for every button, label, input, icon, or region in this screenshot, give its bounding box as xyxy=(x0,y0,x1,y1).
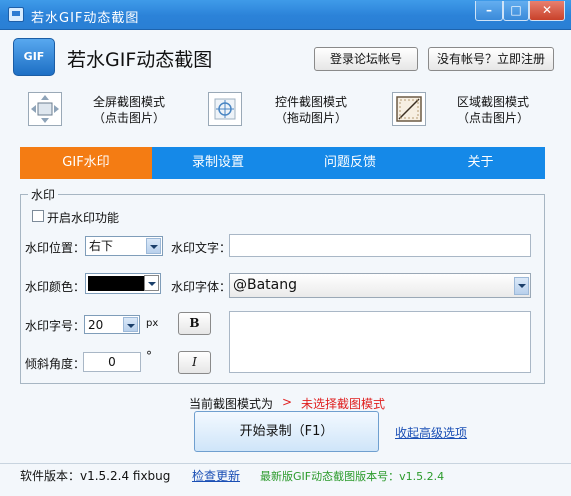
start-recording-button[interactable]: 开始录制（F1） xyxy=(194,411,379,452)
watermark-text-input[interactable] xyxy=(229,234,531,257)
mode-hint: （点击图片） xyxy=(92,111,165,125)
minimize-button[interactable]: – xyxy=(475,1,503,21)
region-mode-label[interactable]: 区域截图模式 （点击图片） xyxy=(438,94,548,126)
tab-about[interactable]: 关于 xyxy=(416,147,545,179)
close-button[interactable]: ✕ xyxy=(529,1,565,21)
status-arrow: > xyxy=(282,395,293,409)
size-select[interactable]: 20 xyxy=(84,315,140,334)
font-label: 水印字体： xyxy=(171,280,232,294)
enable-watermark-checkbox[interactable] xyxy=(32,210,44,222)
chevron-down-icon[interactable] xyxy=(514,277,529,295)
tab-feedback[interactable]: 问题反馈 xyxy=(284,147,416,179)
angle-input[interactable]: 0 xyxy=(83,352,141,372)
capture-modes: 全屏截图模式 （点击图片） 控件截图模式 （拖动图片） 区域截图模式 （点击图片… xyxy=(14,84,546,132)
color-select[interactable] xyxy=(85,273,161,294)
italic-button[interactable]: I xyxy=(178,351,211,374)
fullscreen-mode-icon[interactable] xyxy=(28,92,62,126)
version-text: 软件版本：v1.5.2.4 fixbug xyxy=(20,469,171,483)
angle-unit: ° xyxy=(146,349,152,363)
size-label: 水印字号： xyxy=(25,319,86,333)
title-bar: 若水GIF动态截图 – □ ✕ xyxy=(0,0,571,30)
chevron-down-icon[interactable] xyxy=(123,317,138,332)
mode-title: 全屏截图模式 xyxy=(92,95,165,109)
chevron-down-icon[interactable] xyxy=(146,238,161,254)
fullscreen-mode-label[interactable]: 全屏截图模式 （点击图片） xyxy=(74,94,184,126)
region-mode-icon[interactable] xyxy=(392,92,426,126)
mode-title: 区域截图模式 xyxy=(456,95,529,109)
mode-hint: （拖动图片） xyxy=(274,111,347,125)
position-value: 右下 xyxy=(89,239,114,253)
current-mode-value: 未选择截图模式 xyxy=(301,397,386,411)
login-forum-button[interactable]: 登录论坛帐号 xyxy=(314,47,418,71)
size-unit: px xyxy=(146,318,159,329)
window-title: 若水GIF动态截图 xyxy=(31,11,140,26)
angle-label: 倾斜角度： xyxy=(25,357,86,371)
tab-bar: GIF水印 录制设置 问题反馈 关于 xyxy=(20,147,545,179)
chevron-down-icon[interactable] xyxy=(144,275,159,291)
font-value: @Batang xyxy=(233,277,298,293)
maximize-button[interactable]: □ xyxy=(503,1,529,21)
position-select[interactable]: 右下 xyxy=(85,236,163,256)
text-label: 水印文字： xyxy=(171,241,232,255)
tab-recording-settings[interactable]: 录制设置 xyxy=(152,147,284,179)
bold-button[interactable]: B xyxy=(178,312,211,335)
color-label: 水印颜色： xyxy=(25,280,86,294)
gif-logo-icon: GIF xyxy=(13,38,55,76)
crosshair-mode-icon[interactable] xyxy=(208,92,242,126)
tab-gif-watermark[interactable]: GIF水印 xyxy=(20,147,152,179)
app-icon xyxy=(8,7,24,22)
footer-divider xyxy=(0,463,571,464)
mode-title: 控件截图模式 xyxy=(274,95,347,109)
latest-version-text: 最新版GIF动态截图版本号：v1.5.2.4 xyxy=(260,470,445,483)
watermark-group-title: 水印 xyxy=(28,186,59,203)
register-button[interactable]: 没有帐号？立即注册 xyxy=(428,47,554,71)
collapse-advanced-link[interactable]: 收起高级选项 xyxy=(395,424,467,441)
watermark-text-area[interactable] xyxy=(229,311,531,373)
check-update-link[interactable]: 检查更新 xyxy=(192,467,240,484)
enable-watermark-label: 开启水印功能 xyxy=(47,211,120,225)
app-name: 若水GIF动态截图 xyxy=(67,49,213,71)
color-swatch xyxy=(88,276,144,291)
current-mode-label: 当前截图模式为 xyxy=(189,397,274,411)
control-mode-label[interactable]: 控件截图模式 （拖动图片） xyxy=(256,94,366,126)
mode-hint: （点击图片） xyxy=(456,111,529,125)
size-value: 20 xyxy=(88,318,104,332)
position-label: 水印位置： xyxy=(25,241,86,255)
font-select[interactable]: @Batang xyxy=(229,273,531,298)
